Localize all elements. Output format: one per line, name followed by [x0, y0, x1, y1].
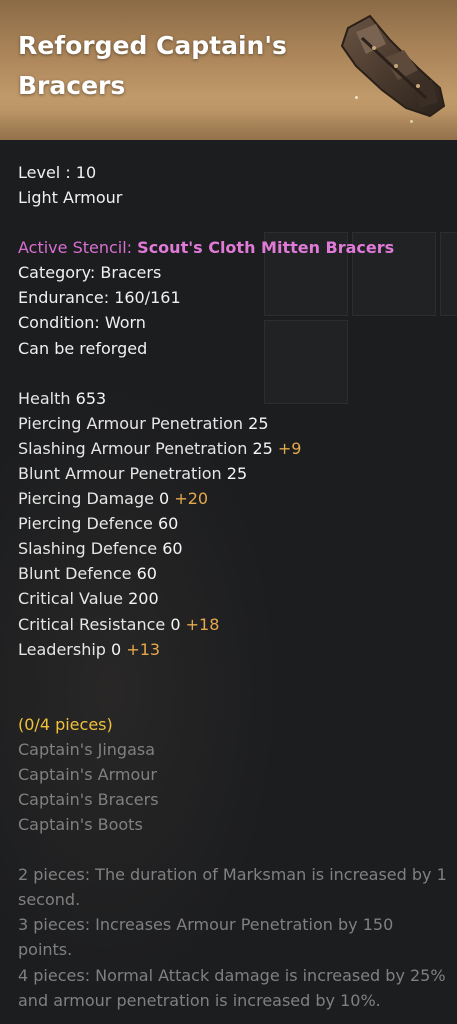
- item-endurance: Endurance: 160/161: [18, 288, 181, 308]
- stat-row: Critical Resistance 0 +18: [18, 614, 220, 634]
- item-title: Reforged Captain's Bracers: [18, 31, 287, 100]
- stencil-name: Scout's Cloth Mitten Bracers: [137, 238, 395, 258]
- stat-row: Blunt Armour Penetration 25: [18, 463, 248, 483]
- stat-row: Piercing Defence 60: [18, 514, 179, 534]
- item-level: Level : 10: [18, 163, 97, 182]
- stat-row: Piercing Damage 0 +20: [18, 489, 209, 509]
- stat-row: Blunt Defence 60: [18, 564, 157, 584]
- set-piece: Captain's Bracers: [18, 789, 159, 809]
- armour-type: Light Armour: [18, 188, 123, 208]
- item-condition: Condition: Worn: [18, 313, 146, 333]
- stat-row: Critical Value 200: [18, 589, 159, 609]
- item-details: Level : 10 Light Armour Active Stencil: …: [18, 160, 448, 1013]
- active-stencil: Active Stencil: Scout's Cloth Mitten Bra…: [18, 235, 448, 260]
- stat-row: Piercing Armour Penetration 25: [18, 413, 269, 433]
- item-category: Category: Bracers: [18, 263, 162, 283]
- set-piece: Captain's Armour: [18, 764, 157, 784]
- set-bonus-4: 4 pieces: Normal Attack damage is increa…: [18, 965, 446, 1010]
- stat-row: Slashing Defence 60: [18, 539, 183, 559]
- set-piece: Captain's Jingasa: [18, 739, 156, 759]
- set-section: (0/4 pieces) Captain's Jingasa Captain's…: [18, 712, 448, 1013]
- stat-row: Leadership 0 +13: [18, 639, 161, 659]
- reforge-status: Can be reforged: [18, 338, 148, 358]
- set-bonus-2: 2 pieces: The duration of Marksman is in…: [18, 865, 447, 910]
- stat-list: Health 653 Piercing Armour Penetration 2…: [18, 386, 448, 662]
- set-progress: (0/4 pieces): [18, 714, 113, 734]
- stencil-label: Active Stencil:: [18, 238, 133, 258]
- set-piece: Captain's Boots: [18, 815, 143, 835]
- stat-row: Slashing Armour Penetration 25 +9: [18, 438, 302, 458]
- leather-bracers-icon: [340, 14, 446, 118]
- set-bonus-3: 3 pieces: Increases Armour Penetration b…: [18, 915, 394, 960]
- stat-row: Health 653: [18, 388, 107, 408]
- item-header: Reforged Captain's Bracers: [0, 0, 457, 140]
